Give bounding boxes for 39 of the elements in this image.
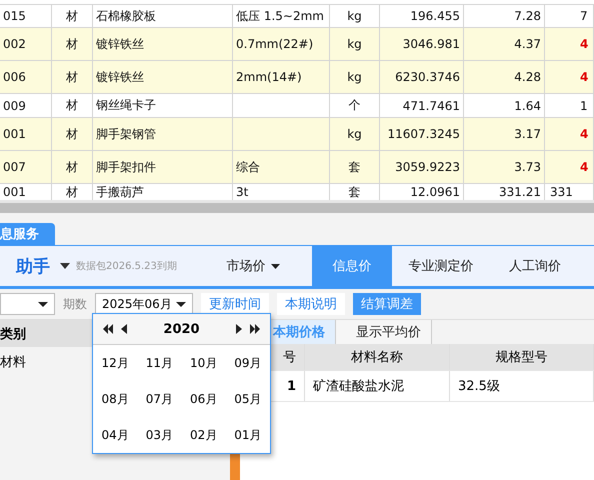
brand-logo: 助手: [16, 256, 50, 278]
nav-tab[interactable]: 专业测定价: [392, 246, 490, 286]
month-option[interactable]: 01月: [231, 424, 265, 446]
caret-icon[interactable]: [38, 302, 48, 306]
column-header: 材料名称: [305, 344, 450, 370]
table-cell: 32.5级: [450, 371, 594, 401]
column-header: 规格型号: [450, 344, 594, 370]
month-option[interactable]: 10月: [186, 352, 220, 374]
table-row[interactable]: 002 材 镀锌铁丝 0.7mm(22#) kg 3046.981 4.37 4: [0, 27, 594, 60]
caret-icon[interactable]: [60, 263, 70, 269]
period-label: 期数: [63, 296, 87, 312]
table-row[interactable]: 015 材 石棉橡胶板 低压 1.5~2mm kg 196.455 7.28 7: [0, 4, 594, 27]
table-row[interactable]: 001 材 脚手架钢管 kg 11607.3245 3.17 4: [0, 117, 594, 150]
caret-icon[interactable]: [176, 302, 186, 306]
toolbar-button[interactable]: 更新时间: [201, 293, 269, 315]
previous-icon[interactable]: [121, 324, 127, 334]
year-label: 2020: [163, 322, 200, 336]
table-row[interactable]: 009 材 钢丝绳卡子 个 471.7461 1.64 1: [0, 93, 594, 117]
table-row[interactable]: 001 材 手搬葫芦 3t 套 12.0961 331.21 331: [0, 183, 594, 200]
month-option[interactable]: 02月: [186, 424, 220, 446]
caret-icon[interactable]: [270, 264, 280, 268]
month-option[interactable]: 07月: [142, 388, 176, 410]
previous-year-icon[interactable]: [103, 324, 113, 334]
month-option[interactable]: 12月: [98, 352, 132, 374]
month-option[interactable]: 04月: [98, 424, 132, 446]
month-option[interactable]: 08月: [98, 388, 132, 410]
next-year-icon[interactable]: [250, 324, 260, 334]
table-cell: 矿渣硅酸盐水泥: [305, 371, 450, 401]
month-option[interactable]: 03月: [142, 424, 176, 446]
nav-tab[interactable]: 市场价: [208, 246, 298, 286]
next-icon[interactable]: [236, 324, 242, 334]
table-row[interactable]: 006 材 镀锌铁丝 2mm(14#) kg 6230.3746 4.28 4: [0, 60, 594, 93]
toolbar-button[interactable]: 本期说明: [277, 293, 345, 315]
month-option[interactable]: 06月: [186, 388, 220, 410]
expiry-text: 数据包2026.5.23到期: [76, 260, 178, 273]
table-row[interactable]: 007 材 脚手架扣件 综合 套 3059.9223 3.73 4: [0, 150, 594, 183]
nav-tab[interactable]: 人工询价: [490, 246, 580, 286]
period-dropdown[interactable]: 2025年06月: [95, 293, 193, 315]
month-option[interactable]: 11月: [142, 352, 176, 374]
